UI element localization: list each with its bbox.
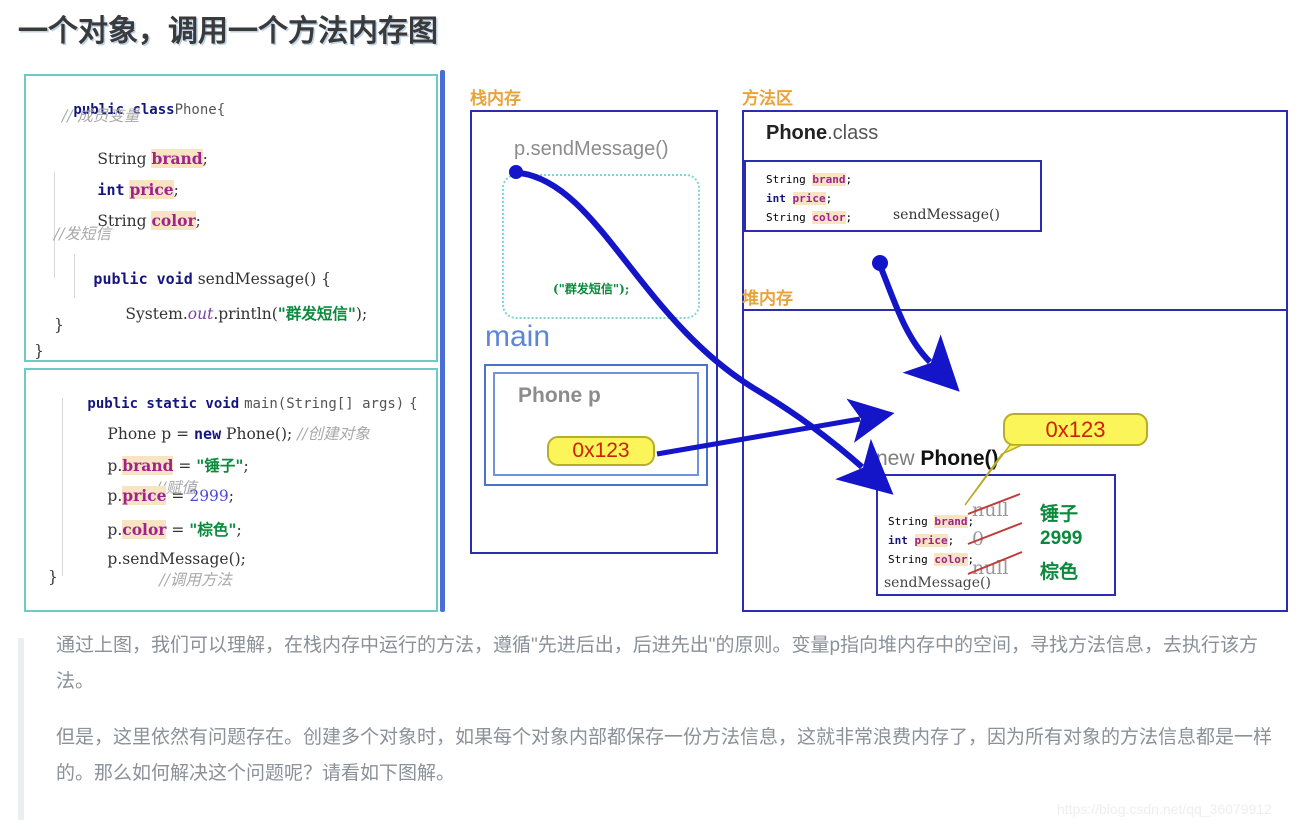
code-comment: //调用方法 xyxy=(159,571,232,589)
paragraph-2: 但是，这里依然有问题存在。创建多个对象时，如果每个对象内部都保存一份方法信息，这… xyxy=(56,727,1273,784)
heap-default-value-color: null xyxy=(972,557,1009,579)
field-type: String xyxy=(888,553,928,566)
heap-object-title: new Phone() xyxy=(876,447,999,471)
memory-diagram: public classPhone{ // 成员变量 String brand;… xyxy=(0,62,1312,622)
field-name-price: price xyxy=(914,534,948,547)
field-name-brand: brand xyxy=(812,173,846,186)
field-type: String xyxy=(766,211,806,224)
code-method-call: p.sendMessage(); xyxy=(107,550,246,568)
code-comment: // 成员变量 xyxy=(62,107,140,125)
heap-default-value-price: 0 xyxy=(972,528,985,550)
paragraph-1: 通过上图，我们可以理解，在栈内存中运行的方法，遵循"先进后出，后进先出"的原则。… xyxy=(56,635,1259,692)
code-semicolon: ; xyxy=(243,457,249,475)
code-classname: Phone xyxy=(174,102,217,118)
class-suffix: .class xyxy=(827,122,879,144)
stack-main-frame-label: main xyxy=(485,320,551,353)
field-name-brand: brand xyxy=(934,515,968,528)
stack-string-text: ("群发短信"); xyxy=(553,282,630,296)
method-area-class-title: Phone.class xyxy=(766,122,878,145)
heap-object-name: Phone() xyxy=(920,447,999,470)
code-brace: } xyxy=(54,316,64,334)
heap-field-row: String color; xyxy=(888,553,975,566)
method-field-row: String brand; xyxy=(766,173,853,186)
code-string-literal: "群发短信" xyxy=(277,304,356,323)
code-brace: { xyxy=(216,102,226,118)
code-comment: //发短信 xyxy=(54,225,111,243)
code-block-main-method: public static void main(String[] args) {… xyxy=(24,368,438,612)
code-semicolon: ; xyxy=(202,150,208,168)
method-area-label: 方法区 xyxy=(742,89,793,108)
field-type: String xyxy=(888,515,928,528)
field-type: int xyxy=(766,192,786,205)
heap-assigned-value-color: 棕色 xyxy=(1040,562,1079,583)
explanatory-text-block: 通过上图，我们可以理解，在栈内存中运行的方法，遵循"先进后出，后进先出"的原则。… xyxy=(18,628,1294,820)
code-out: out xyxy=(187,305,214,323)
heap-field-list: String brand; int price; String color; xyxy=(888,512,974,569)
heap-assigned-value-price: 2999 xyxy=(1040,528,1083,549)
heap-field-row: int price; xyxy=(888,534,955,547)
heap-field-row: String brand; xyxy=(888,515,975,528)
code-println: .println( xyxy=(213,305,278,323)
class-name: Phone xyxy=(766,122,828,144)
code-system-out: System. xyxy=(125,305,188,323)
method-area-field-list: String brand; int price; String color; xyxy=(766,170,852,227)
stack-memory-label: 栈内存 xyxy=(470,89,521,108)
method-field-row: String color; xyxy=(766,211,853,224)
field-type: int xyxy=(888,534,908,547)
quote-accent-bar xyxy=(18,638,24,820)
code-close: ); xyxy=(355,305,368,323)
heap-object-prefix: new xyxy=(876,447,921,470)
method-field-row: int price; xyxy=(766,192,833,205)
heap-memory-label: 堆内存 xyxy=(742,289,793,308)
stack-variable-declaration: Phone p xyxy=(518,384,601,407)
field-type: String xyxy=(766,173,806,186)
stack-frame-string-arg: ("群发短信"); xyxy=(553,280,629,297)
code-brace: } xyxy=(34,342,44,360)
code-field-color: color xyxy=(151,211,196,230)
heap-assigned-value-brand: 锤子 xyxy=(1040,504,1079,525)
heap-address-callout: 0x123 xyxy=(1003,413,1148,446)
watermark-text: https://blog.csdn.net/qq_36079912 xyxy=(1057,801,1272,817)
code-semicolon: ; xyxy=(195,212,201,230)
column-divider xyxy=(440,70,445,612)
field-name-price: price xyxy=(792,192,826,205)
code-block-phone-class: public classPhone{ // 成员变量 String brand;… xyxy=(24,74,438,362)
code-comment: //创建对象 xyxy=(297,425,370,443)
field-name-color: color xyxy=(934,553,968,566)
page-root: 一个对象，调用一个方法内存图 public classPhone{ // 成员变… xyxy=(0,0,1312,830)
heap-default-value-brand: null xyxy=(972,499,1009,521)
code-brace: } xyxy=(48,568,58,586)
method-area-method-name: sendMessage() xyxy=(893,207,1000,223)
stack-frame-method-label: p.sendMessage() xyxy=(514,138,669,160)
page-title: 一个对象，调用一个方法内存图 xyxy=(18,15,438,48)
field-name-color: color xyxy=(812,211,846,224)
stack-frame-dotted-outline xyxy=(502,174,700,319)
stack-address-value: 0x123 xyxy=(547,436,655,466)
code-brace: { xyxy=(409,396,418,412)
